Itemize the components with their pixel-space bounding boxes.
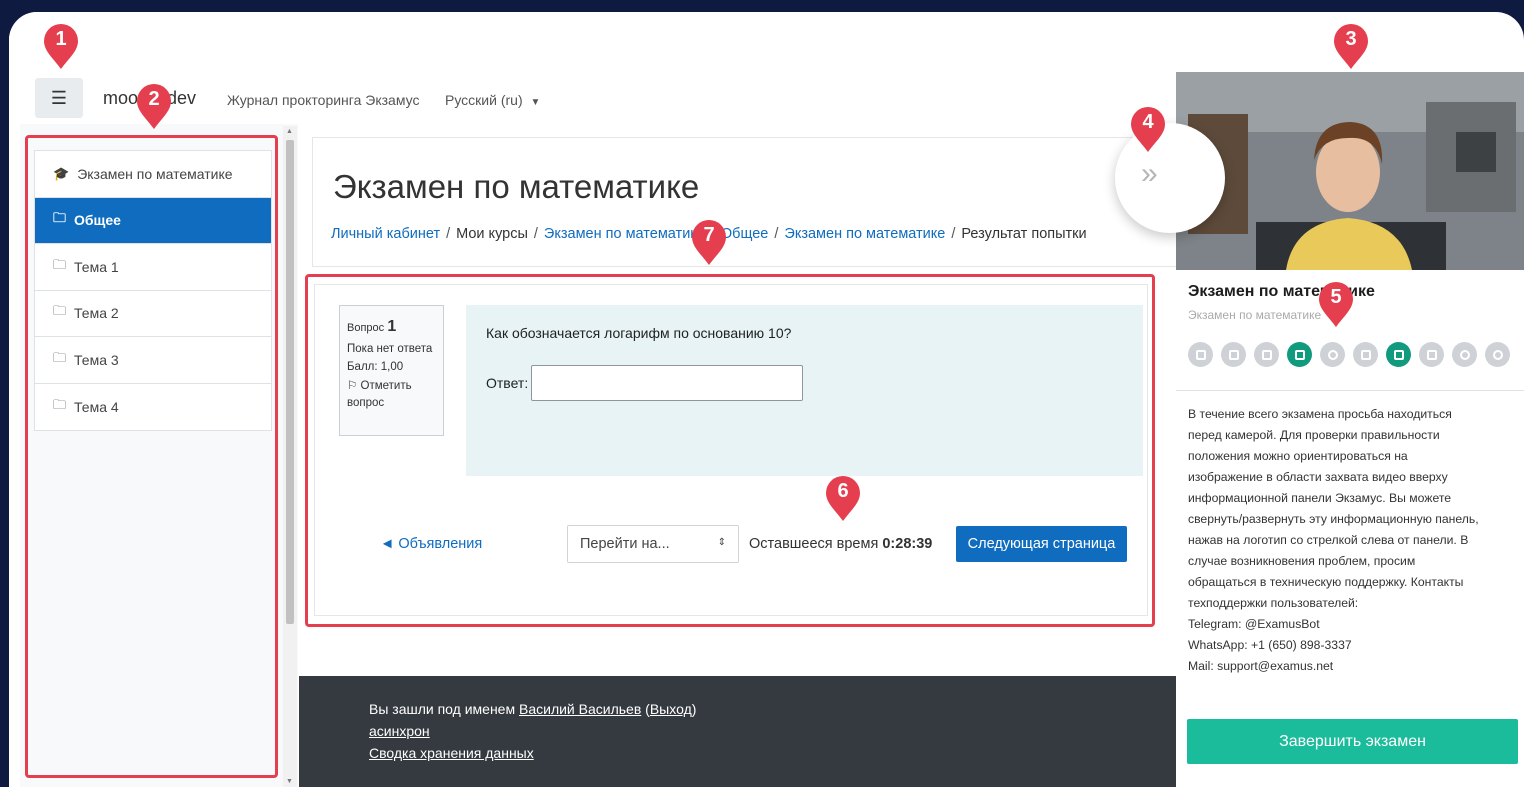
- breadcrumb-current: Результат попытки: [961, 226, 1087, 242]
- breadcrumb-my-courses: Мои курсы: [456, 226, 528, 242]
- annotation-marker-2: 2: [136, 84, 172, 130]
- grid-icon: [1386, 342, 1411, 367]
- rules-icon-row: [1188, 342, 1510, 367]
- sidebar-scrollbar[interactable]: ▲ ▼: [283, 126, 297, 787]
- door-icon: [1353, 342, 1378, 367]
- breadcrumb-section[interactable]: Общее: [721, 226, 768, 242]
- calculator-icon: [1254, 342, 1279, 367]
- annotation-marker-1: 1: [43, 24, 79, 70]
- page-footer: Вы зашли под именем Василий Васильев (Вы…: [299, 676, 1179, 787]
- breadcrumb-course[interactable]: Экзамен по математике: [544, 226, 705, 242]
- annotation-box-question: [305, 274, 1155, 627]
- person-icon: [1485, 342, 1510, 367]
- globe-icon: [1320, 342, 1345, 367]
- page-title: Экзамен по математике: [333, 168, 700, 205]
- annotation-marker-7: 7: [691, 220, 727, 266]
- menu-toggle-button[interactable]: ☰: [35, 78, 83, 118]
- caret-down-icon: ▼: [530, 97, 541, 108]
- panel-divider: [1176, 390, 1524, 391]
- support-mail: Mail: support@examus.net: [1188, 658, 1334, 673]
- page-header: Экзамен по математике Личный кабинет / Мои…: [312, 137, 1179, 267]
- breadcrumb-dashboard[interactable]: Личный кабинет: [331, 226, 440, 242]
- edit-icon: [1287, 342, 1312, 367]
- screen-icon: [1419, 342, 1444, 367]
- scroll-up-icon[interactable]: ▲: [286, 128, 293, 135]
- double-chevron-right-icon: »: [1141, 157, 1158, 190]
- breadcrumb-quiz[interactable]: Экзамен по математике: [784, 226, 945, 242]
- annotation-marker-6: 6: [825, 476, 861, 522]
- async-link[interactable]: асинхрон: [369, 723, 430, 739]
- logged-in-prefix: Вы зашли под именем: [369, 701, 516, 717]
- data-retention-link[interactable]: Сводка хранения данных: [369, 745, 534, 761]
- hamburger-icon: ☰: [50, 87, 68, 108]
- support-telegram: Telegram: @ExamusBot: [1188, 616, 1320, 631]
- language-label: Русский (ru): [445, 92, 523, 108]
- annotation-marker-5: 5: [1318, 282, 1354, 328]
- proctoring-instructions: В течение всего экзамена просьба находит…: [1188, 404, 1520, 677]
- eye-off-icon: [1452, 342, 1477, 367]
- support-whatsapp: WhatsApp: +1 (650) 898-3337: [1188, 637, 1352, 652]
- scrollbar-thumb[interactable]: [286, 140, 294, 624]
- finish-exam-button[interactable]: Завершить экзамен: [1187, 719, 1518, 764]
- proctoring-panel: Экзамен по математике Экзамен по математ…: [1176, 72, 1524, 787]
- logout-link[interactable]: Выход: [650, 701, 692, 717]
- top-navbar: ☰ moodle.dev Журнал прокторинга Экзамус …: [9, 12, 1179, 120]
- exam-subtitle: Экзамен по математике: [1188, 308, 1322, 322]
- browser-frame: ☰ moodle.dev Журнал прокторинга Экзамус …: [9, 12, 1524, 787]
- annotation-box-sidebar: [25, 135, 278, 778]
- user-profile-link[interactable]: Василий Васильев: [519, 701, 641, 717]
- megaphone-icon: [1188, 342, 1213, 367]
- annotation-marker-3: 3: [1333, 24, 1369, 70]
- webcam-image: [1176, 72, 1524, 270]
- book-icon: [1221, 342, 1246, 367]
- scroll-down-icon[interactable]: ▼: [286, 778, 293, 785]
- login-info: Вы зашли под именем Василий Васильев (Вы…: [369, 701, 697, 717]
- webcam-preview: [1176, 72, 1524, 270]
- proctoring-log-link[interactable]: Журнал прокторинга Экзамус: [227, 92, 419, 108]
- language-selector[interactable]: Русский (ru) ▼: [445, 92, 540, 108]
- annotation-marker-4: 4: [1130, 107, 1166, 153]
